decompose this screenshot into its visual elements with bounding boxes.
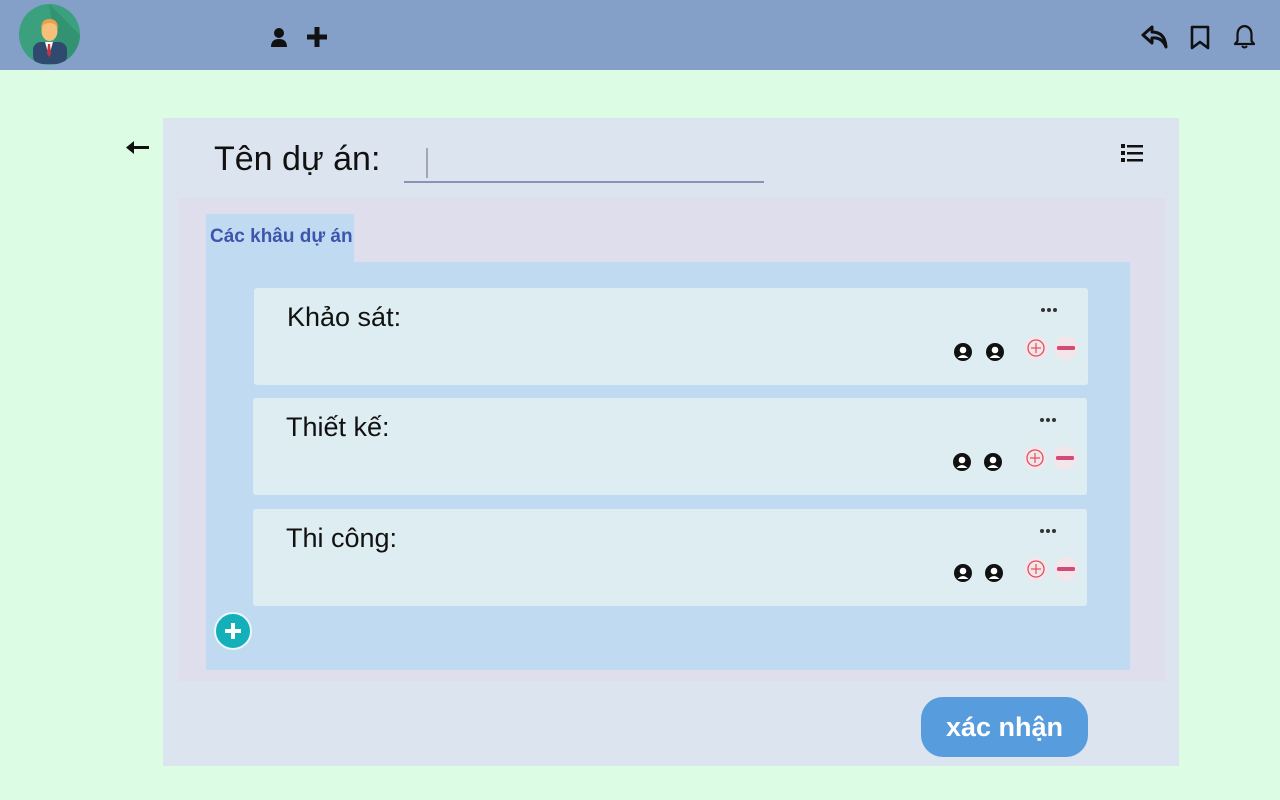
member-avatar-icon[interactable] bbox=[984, 453, 1002, 471]
remove-member-icon[interactable] bbox=[1054, 336, 1078, 360]
bookmark-icon[interactable] bbox=[1190, 25, 1210, 51]
project-name-label: Tên dự án: bbox=[214, 140, 381, 178]
stage-card-thi-cong[interactable]: Thi công: bbox=[253, 509, 1087, 606]
stages-section: Các khâu dự án Khảo sát: Thiết kế: Thi c… bbox=[178, 198, 1166, 681]
more-options-icon[interactable] bbox=[1039, 523, 1057, 533]
confirm-button[interactable]: xác nhận bbox=[921, 697, 1088, 757]
stage-card-khao-sat[interactable]: Khảo sát: bbox=[254, 288, 1088, 385]
top-bar bbox=[0, 0, 1280, 70]
stage-card-thiet-ke[interactable]: Thiết kế: bbox=[253, 398, 1087, 495]
add-stage-button[interactable] bbox=[214, 612, 252, 650]
plus-icon bbox=[225, 623, 241, 639]
list-icon[interactable] bbox=[1121, 143, 1143, 163]
user-avatar-icon[interactable] bbox=[19, 4, 80, 65]
project-form-panel: Tên dự án: Các khâu dự án Khảo sát: Thiế… bbox=[163, 118, 1179, 766]
add-member-icon[interactable] bbox=[1024, 336, 1048, 360]
stage-title: Khảo sát: bbox=[287, 302, 402, 332]
tab-project-stages[interactable]: Các khâu dự án bbox=[206, 214, 354, 262]
project-name-input[interactable] bbox=[404, 143, 764, 183]
more-options-icon[interactable] bbox=[1039, 412, 1057, 422]
member-avatar-icon[interactable] bbox=[986, 343, 1004, 361]
member-avatar-icon[interactable] bbox=[954, 564, 972, 582]
remove-member-icon[interactable] bbox=[1053, 446, 1077, 470]
arrow-left-icon[interactable] bbox=[124, 136, 152, 160]
remove-member-icon[interactable] bbox=[1054, 557, 1078, 581]
text-caret bbox=[426, 148, 428, 178]
more-options-icon[interactable] bbox=[1040, 302, 1058, 312]
bell-icon[interactable] bbox=[1233, 24, 1256, 50]
stages-list: Khảo sát: Thiết kế: Thi công: bbox=[206, 262, 1130, 670]
person-icon[interactable] bbox=[270, 28, 288, 48]
member-avatar-icon[interactable] bbox=[953, 453, 971, 471]
member-avatar-icon[interactable] bbox=[985, 564, 1003, 582]
stage-title: Thiết kế: bbox=[286, 412, 390, 442]
add-member-icon[interactable] bbox=[1024, 557, 1048, 581]
member-avatar-icon[interactable] bbox=[954, 343, 972, 361]
plus-icon[interactable] bbox=[306, 26, 328, 48]
stage-title: Thi công: bbox=[286, 523, 398, 553]
add-member-icon[interactable] bbox=[1023, 446, 1047, 470]
reply-icon[interactable] bbox=[1141, 25, 1168, 49]
